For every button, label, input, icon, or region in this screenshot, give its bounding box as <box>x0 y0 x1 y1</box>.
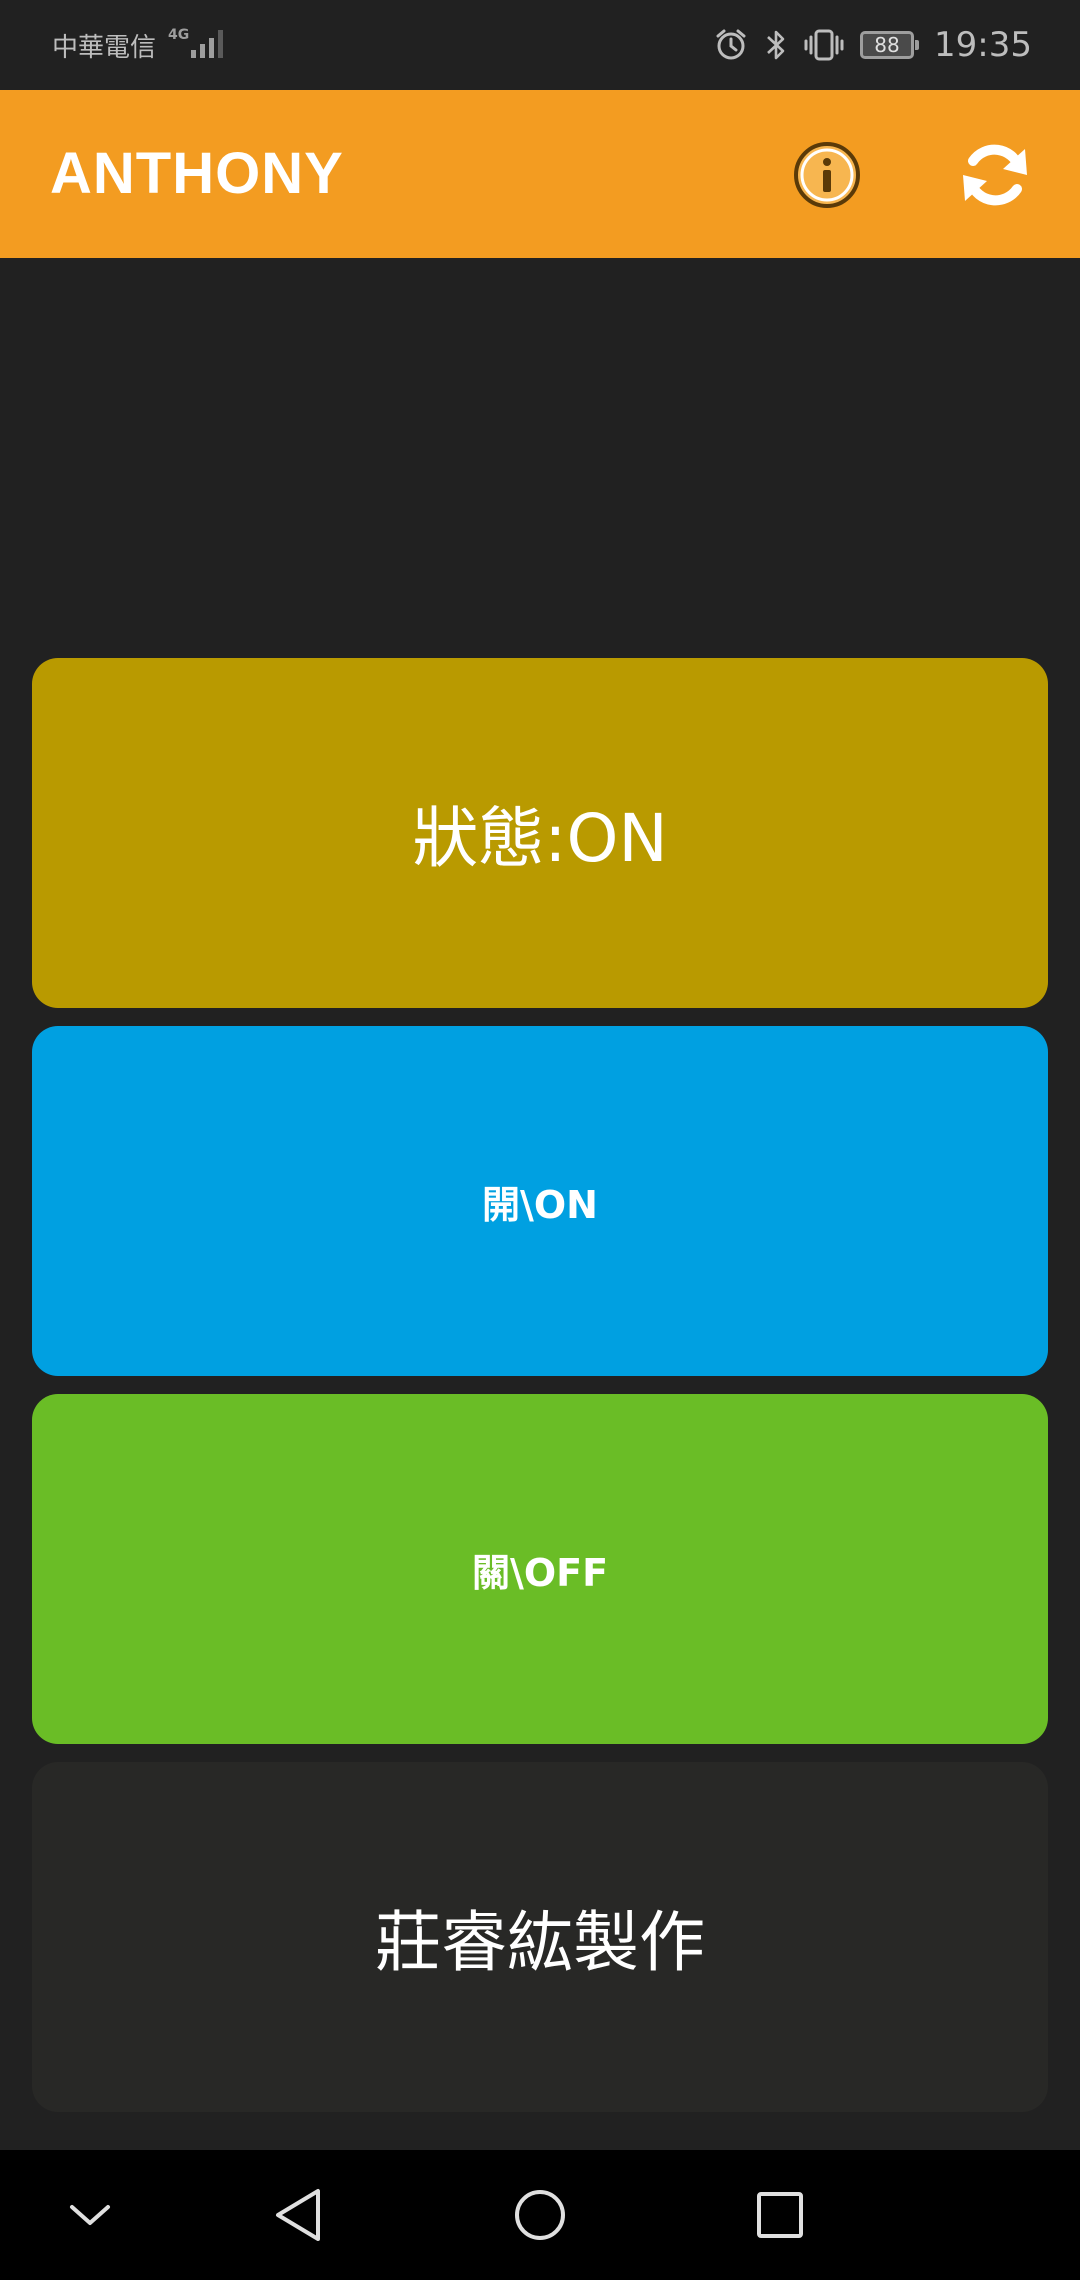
off-button-label: 關\OFF <box>471 1550 609 1595</box>
status-right: 88 19:35 <box>698 25 1032 65</box>
battery-icon: 88 <box>860 31 920 59</box>
back-button[interactable] <box>270 2185 330 2245</box>
on-button[interactable]: 開\ON <box>32 1026 1048 1376</box>
alarm-icon <box>714 28 748 62</box>
chevron-down-icon <box>70 2205 110 2225</box>
status-left: 中華電信 4G <box>52 26 231 64</box>
clock: 19:35 <box>934 25 1032 65</box>
refresh-icon <box>963 144 1027 206</box>
navigation-bar <box>0 2150 1080 2280</box>
credit-label: 莊睿紘製作 <box>375 1904 705 1981</box>
status-display: 狀態:ON <box>32 658 1048 1008</box>
status-bar: 中華電信 4G 88 19:35 <box>0 0 1080 90</box>
info-button[interactable] <box>792 140 862 210</box>
signal-icon <box>191 26 231 64</box>
vibrate-icon <box>804 28 844 62</box>
credit-panel: 莊睿紘製作 <box>32 1762 1048 2112</box>
battery-level: 88 <box>860 31 920 59</box>
app-title: ANTHONY <box>50 141 344 206</box>
off-button[interactable]: 關\OFF <box>32 1394 1048 1744</box>
bluetooth-icon <box>764 28 788 62</box>
chevron-down-button[interactable] <box>60 2185 120 2245</box>
app-bar: ANTHONY <box>0 90 1080 258</box>
network-type: 4G <box>168 27 190 43</box>
info-icon <box>794 142 860 208</box>
back-icon <box>276 2189 320 2241</box>
status-label: 狀態:ON <box>412 800 668 877</box>
recents-button[interactable] <box>750 2185 810 2245</box>
refresh-button[interactable] <box>955 135 1035 215</box>
carrier-name: 中華電信 <box>52 32 157 63</box>
recents-icon <box>757 2192 803 2238</box>
on-button-label: 開\ON <box>482 1182 598 1227</box>
home-icon <box>515 2190 565 2240</box>
home-button[interactable] <box>510 2185 570 2245</box>
